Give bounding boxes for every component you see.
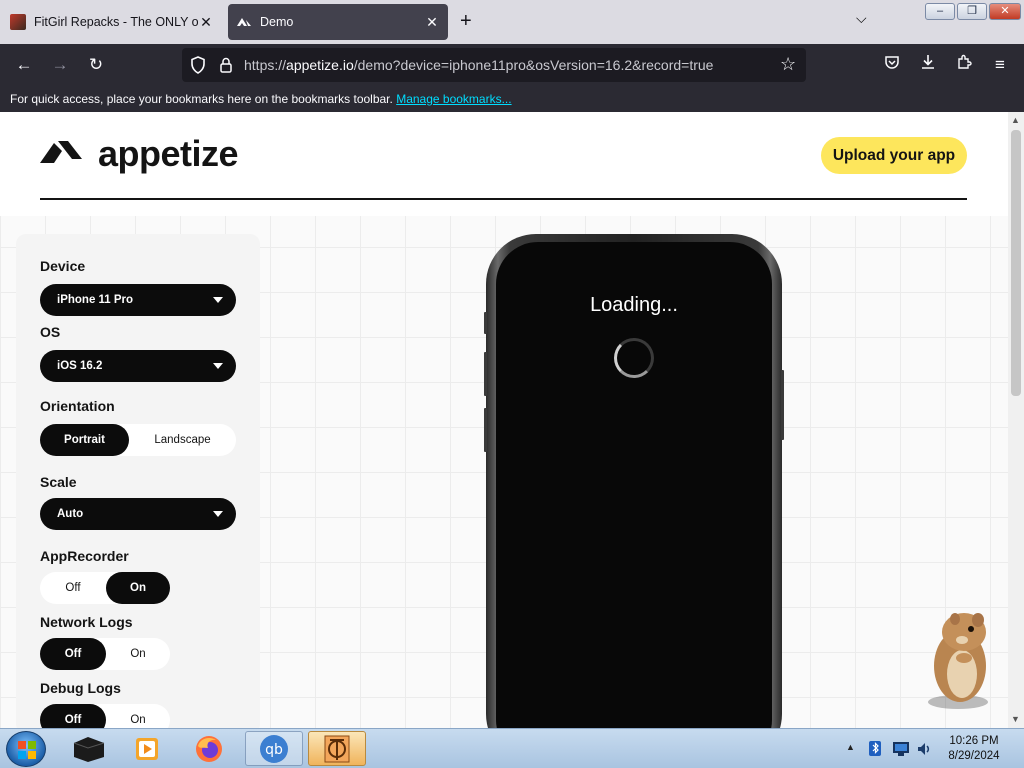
app-recorder-toggle: Off On — [40, 572, 170, 604]
taskbar-clock[interactable]: 10:26 PM 8/29/2024 — [938, 734, 1010, 764]
scrollbar-thumb[interactable] — [1011, 130, 1021, 396]
appetize-logo-icon — [40, 137, 82, 172]
scale-label: Scale — [40, 474, 77, 490]
new-tab-button[interactable]: + — [460, 10, 472, 33]
scroll-down-icon[interactable]: ▼ — [1011, 714, 1020, 724]
network-tray-icon[interactable] — [892, 741, 910, 762]
os-label: OS — [40, 324, 61, 340]
forward-arrow-icon[interactable]: → — [47, 52, 73, 78]
debug-logs-off[interactable]: Off — [40, 704, 106, 728]
shield-icon[interactable] — [190, 56, 206, 79]
bookmarks-toolbar: For quick access, place your bookmarks h… — [0, 86, 1024, 112]
device-select[interactable]: iPhone 11 Pro — [40, 284, 236, 316]
caret-down-icon — [213, 511, 223, 517]
os-select[interactable]: iOS 16.2 — [40, 350, 236, 382]
caret-down-icon — [213, 297, 223, 303]
network-logs-toggle: Off On — [40, 638, 170, 670]
upload-app-button[interactable]: Upload your app — [821, 137, 967, 174]
app-recorder-off[interactable]: Off — [40, 572, 106, 604]
device-label: Device — [40, 258, 86, 274]
header-divider — [40, 198, 967, 200]
app-recorder-on[interactable]: On — [106, 572, 170, 604]
star-icon[interactable]: ☆ — [780, 54, 796, 75]
appetize-favicon-icon — [236, 14, 252, 30]
orientation-label: Orientation — [40, 398, 115, 414]
back-arrow-icon[interactable]: ← — [11, 52, 37, 78]
scale-value: Auto — [57, 508, 84, 520]
bluetooth-tray-icon[interactable] — [868, 740, 884, 763]
site-header: appetize Upload your app — [0, 112, 1008, 216]
debug-logs-on[interactable]: On — [106, 704, 170, 728]
hamster-mascot-icon[interactable] — [918, 602, 1008, 717]
debug-logs-toggle: Off On — [40, 704, 170, 728]
page-scrollbar[interactable]: ▲ ▼ — [1008, 112, 1024, 728]
device-screen[interactable]: Loading... — [496, 242, 772, 728]
maximize-button[interactable]: ❐ — [957, 3, 987, 20]
portrait-option[interactable]: Portrait — [40, 424, 129, 456]
download-icon[interactable] — [915, 52, 941, 78]
tab-demo[interactable]: Demo ✕ — [228, 4, 448, 40]
pocket-icon[interactable] — [879, 52, 905, 78]
close-window-button[interactable]: ✕ — [989, 3, 1021, 20]
network-logs-on[interactable]: On — [106, 638, 170, 670]
tab-title: Demo — [260, 15, 294, 29]
taskbar-firefox-icon[interactable] — [180, 731, 238, 766]
tab-fitgirl[interactable]: FitGirl Repacks - The ONLY official site… — [2, 4, 222, 40]
extensions-icon[interactable] — [951, 52, 977, 78]
network-logs-label: Network Logs — [40, 614, 133, 630]
show-hidden-icons-icon[interactable]: ▲ — [846, 742, 855, 752]
volume-tray-icon[interactable] — [916, 741, 932, 762]
minimize-button[interactable]: – — [925, 3, 955, 20]
bookmarks-message: For quick access, place your bookmarks h… — [10, 92, 393, 106]
windows-taskbar: qb ▲ 10:26 PM 8/29/2024 — [0, 728, 1024, 768]
taskbar-explorer-icon[interactable] — [60, 731, 118, 766]
url-prefix: https:// — [244, 57, 287, 73]
app-recorder-label: AppRecorder — [40, 548, 129, 564]
clock-time: 10:26 PM — [949, 735, 999, 747]
taskbar-active-app-icon[interactable] — [308, 731, 366, 766]
logo-text: appetize — [98, 133, 239, 174]
browser-nav-bar: ← → ↻ https://appetize.io/demo?device=ip… — [0, 44, 1024, 86]
start-button[interactable] — [6, 731, 46, 767]
network-logs-off[interactable]: Off — [40, 638, 106, 670]
appetize-logo[interactable]: appetize — [40, 133, 239, 174]
loading-spinner-icon — [614, 338, 654, 378]
manage-bookmarks-link[interactable]: Manage bookmarks... — [396, 92, 511, 106]
address-bar[interactable]: https://appetize.io/demo?device=iphone11… — [182, 48, 806, 82]
chevron-down-icon[interactable]: ⌵ — [856, 10, 867, 27]
volume-down-button — [484, 408, 487, 452]
loading-text: Loading... — [590, 294, 678, 316]
url-path: /demo?device=iphone11pro&osVersion=16.2&… — [353, 57, 714, 73]
reload-icon[interactable]: ↻ — [83, 52, 109, 78]
mute-switch — [484, 312, 487, 334]
tab-title: FitGirl Repacks - The ONLY official site — [34, 15, 198, 29]
power-button — [781, 370, 784, 440]
scale-select[interactable]: Auto — [40, 498, 236, 530]
menu-icon[interactable]: ≡ — [987, 52, 1013, 78]
url-text[interactable]: https://appetize.io/demo?device=iphone11… — [244, 48, 713, 82]
clock-date: 8/29/2024 — [948, 750, 1000, 762]
close-icon[interactable]: ✕ — [424, 14, 440, 31]
volume-up-button — [484, 352, 487, 396]
scroll-up-icon[interactable]: ▲ — [1011, 115, 1020, 125]
landscape-option[interactable]: Landscape — [129, 424, 236, 456]
settings-panel: Device iPhone 11 Pro OS iOS 16.2 Orienta… — [16, 234, 260, 728]
caret-down-icon — [213, 363, 223, 369]
fitgirl-favicon-icon — [10, 14, 26, 30]
taskbar-media-player-icon[interactable] — [118, 731, 176, 766]
lock-icon[interactable] — [220, 57, 232, 78]
orientation-toggle: Portrait Landscape — [40, 424, 236, 456]
page-content: appetize Upload your app Device iPhone 1… — [0, 112, 1008, 728]
taskbar-qbittorrent-icon[interactable]: qb — [245, 731, 303, 766]
browser-tab-bar: FitGirl Repacks - The ONLY official site… — [0, 0, 1024, 44]
debug-logs-label: Debug Logs — [40, 680, 121, 696]
svg-text:qb: qb — [265, 742, 283, 758]
device-value: iPhone 11 Pro — [57, 294, 134, 306]
os-value: iOS 16.2 — [57, 360, 103, 372]
device-frame: Loading... — [484, 234, 784, 728]
url-host: appetize.io — [286, 57, 354, 73]
close-icon[interactable]: ✕ — [198, 14, 214, 31]
